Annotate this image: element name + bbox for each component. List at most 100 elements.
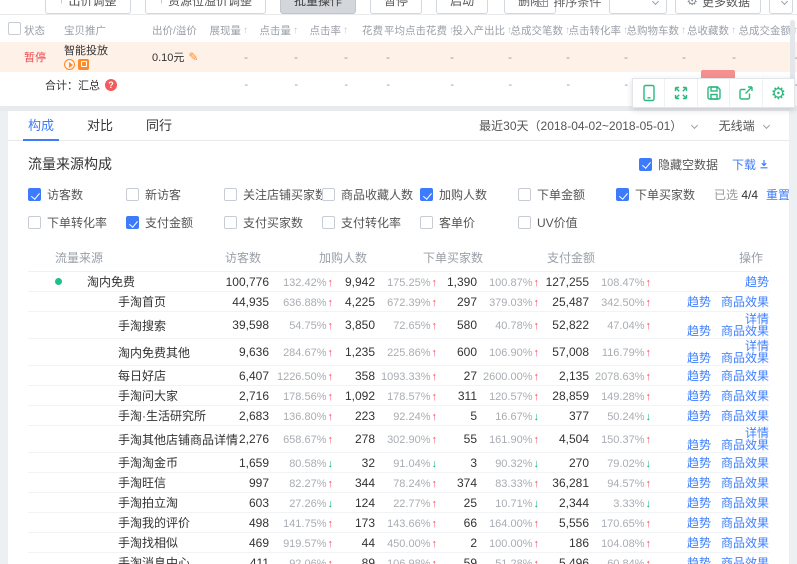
sort-icon[interactable]: ↑ xyxy=(731,25,736,36)
bulk-action-0[interactable]: ↑出价调整 xyxy=(45,0,131,14)
tab-compare[interactable]: 对比 xyxy=(87,111,113,141)
trend-link[interactable]: 趋势 xyxy=(687,456,711,470)
bulk-action-2[interactable]: 批量操作 xyxy=(280,0,356,14)
filter-checkbox[interactable] xyxy=(126,216,139,229)
trend-link[interactable]: 趋势 xyxy=(687,324,711,338)
metric-change: 92.24%↑ xyxy=(375,411,437,423)
product-effect-link[interactable]: 商品效果 xyxy=(721,516,769,530)
filter-1-0[interactable]: 访客数 xyxy=(28,186,126,203)
trend-link[interactable]: 趋势 xyxy=(687,476,711,490)
download-link[interactable]: 下载 xyxy=(732,156,769,173)
select-all-checkbox[interactable] xyxy=(8,22,21,35)
tab-composition[interactable]: 构成 xyxy=(28,111,54,141)
filter-checkbox[interactable] xyxy=(224,188,237,201)
product-effect-link[interactable]: 商品效果 xyxy=(721,456,769,470)
filter-checkbox[interactable] xyxy=(322,188,335,201)
filter-1-2[interactable]: 关注店铺买家数 xyxy=(224,186,322,203)
trend-link[interactable]: 趋势 xyxy=(687,496,711,510)
sort-icon[interactable]: ↑ xyxy=(681,25,686,36)
filter-checkbox[interactable] xyxy=(420,216,433,229)
collapse-button[interactable] xyxy=(769,0,793,14)
export-icon[interactable] xyxy=(729,79,761,107)
filter-1-5[interactable]: 下单金额 xyxy=(518,186,616,203)
save-icon[interactable] xyxy=(697,79,729,107)
sort-icon[interactable]: ↑ xyxy=(343,25,348,36)
date-range-selector[interactable]: 最近30天（2018-04-02~2018-05-01） xyxy=(479,117,696,134)
reset-link[interactable]: 重置 xyxy=(766,188,789,202)
filter-1-6[interactable]: 下单买家数 xyxy=(616,186,714,203)
hide-empty-toggle[interactable]: 隐藏空数据 xyxy=(639,156,718,173)
order-buyers-cell: 58040.78%↑ xyxy=(437,318,539,332)
campaign-col-6[interactable]: 点击率↑ xyxy=(310,23,360,38)
product-effect-link[interactable]: 商品效果 xyxy=(721,295,769,309)
product-effect-link[interactable]: 商品效果 xyxy=(721,389,769,403)
fullscreen-icon[interactable] xyxy=(664,79,696,107)
bulk-action-3[interactable]: 暂停 xyxy=(370,0,422,14)
more-data-button[interactable]: ⚙ 更多数据 xyxy=(675,0,761,14)
filter-1-4[interactable]: 加购人数 xyxy=(420,186,518,203)
filter-2-5[interactable]: UV价值 xyxy=(518,214,616,231)
edit-pencil-icon[interactable]: ✎ xyxy=(188,50,198,64)
metric-change-pct: 141.75% xyxy=(283,518,326,530)
filter-checkbox[interactable] xyxy=(224,216,237,229)
trend-link[interactable]: 趋势 xyxy=(687,516,711,530)
metric-change: 79.02%↓ xyxy=(589,458,651,470)
metric-value: 57,008 xyxy=(541,345,589,359)
metric-value: 39,598 xyxy=(211,318,269,332)
metric-value: 997 xyxy=(211,476,269,490)
trend-link[interactable]: 趋势 xyxy=(687,351,711,365)
filter-checkbox[interactable] xyxy=(420,188,433,201)
trend-link[interactable]: 趋势 xyxy=(687,389,711,403)
filter-2-2[interactable]: 支付买家数 xyxy=(224,214,322,231)
help-icon[interactable]: ? xyxy=(105,79,117,91)
product-effect-link[interactable]: 商品效果 xyxy=(721,324,769,338)
filter-checkbox[interactable] xyxy=(518,216,531,229)
tab-peers[interactable]: 同行 xyxy=(146,111,172,141)
metric-change-pct: 40.78% xyxy=(495,320,532,332)
trend-link[interactable]: 趋势 xyxy=(687,295,711,309)
filter-1-3[interactable]: 商品收藏人数 xyxy=(322,186,420,203)
campaign-name-cell[interactable]: 智能投放 xyxy=(64,45,152,70)
product-effect-link[interactable]: 商品效果 xyxy=(721,438,769,452)
filter-checkbox[interactable] xyxy=(126,188,139,201)
sort-icon[interactable]: ↑ xyxy=(243,25,248,36)
trend-link[interactable]: 趋势 xyxy=(687,369,711,383)
filter-2-4[interactable]: 客单价 xyxy=(420,214,518,231)
trend-link[interactable]: 趋势 xyxy=(745,275,769,289)
source-label-wrap: 手淘·生活研究所 xyxy=(55,407,209,424)
ops-line: 趋势商品效果 xyxy=(651,497,769,509)
filter-2-1[interactable]: 支付金额 xyxy=(126,214,224,231)
bulk-action-1[interactable]: ↑资源位溢价调整 xyxy=(145,0,267,14)
filter-2-3[interactable]: 支付转化率 xyxy=(322,214,420,231)
campaign-col-5[interactable]: 点击量↑ xyxy=(260,23,310,38)
product-effect-link[interactable]: 商品效果 xyxy=(721,496,769,510)
mobile-preview-icon[interactable] xyxy=(633,79,664,107)
column-header-order-buyers: 下单买家数 xyxy=(423,249,539,266)
filter-checkbox[interactable] xyxy=(28,216,41,229)
filter-checkbox[interactable] xyxy=(28,188,41,201)
trend-link[interactable]: 趋势 xyxy=(687,438,711,452)
product-effect-link[interactable]: 商品效果 xyxy=(721,351,769,365)
product-effect-link[interactable]: 商品效果 xyxy=(721,536,769,550)
campaign-col-4[interactable]: 展现量↑ xyxy=(212,23,260,38)
channel-selector[interactable]: 无线端 xyxy=(719,117,769,134)
filter-checkbox[interactable] xyxy=(518,188,531,201)
metric-change-pct: 379.03% xyxy=(489,297,532,309)
filter-2-0[interactable]: 下单转化率 xyxy=(28,214,126,231)
filter-checkbox[interactable] xyxy=(322,216,335,229)
filter-checkbox[interactable] xyxy=(616,188,629,201)
filter-1-1[interactable]: 新访客 xyxy=(126,186,224,203)
product-effect-link[interactable]: 商品效果 xyxy=(721,409,769,423)
trend-link[interactable]: 趋势 xyxy=(687,409,711,423)
settings-gear-icon[interactable]: ⚙ xyxy=(762,79,794,107)
bulk-action-4[interactable]: 启动 xyxy=(436,0,488,14)
sort-icon[interactable]: ↑ xyxy=(293,25,298,36)
hide-empty-checkbox[interactable] xyxy=(639,158,652,171)
trend-link[interactable]: 趋势 xyxy=(687,536,711,550)
product-effect-link[interactable]: 商品效果 xyxy=(721,556,769,564)
product-effect-link[interactable]: 商品效果 xyxy=(721,476,769,490)
campaign-row[interactable]: 暂停智能投放0.10元✎----------- xyxy=(0,42,797,72)
filter-select[interactable] xyxy=(609,0,667,14)
product-effect-link[interactable]: 商品效果 xyxy=(721,369,769,383)
trend-link[interactable]: 趋势 xyxy=(687,556,711,564)
